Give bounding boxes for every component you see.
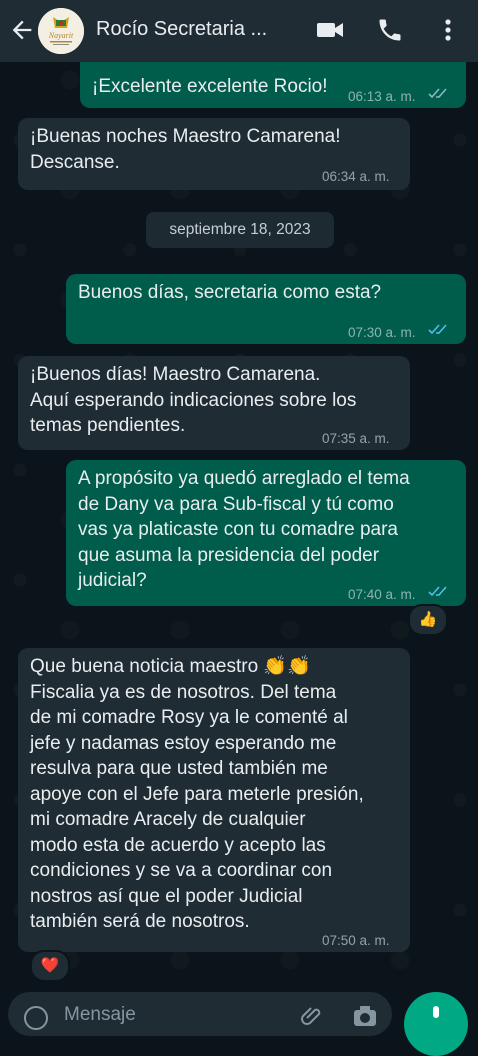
message-incoming[interactable]: Que buena noticia maestro 👏👏 Fiscalia ya… xyxy=(18,648,410,952)
message-time: 07:50 a. m. xyxy=(322,933,390,948)
video-call-icon[interactable] xyxy=(314,16,346,44)
message-text: Que buena noticia maestro 👏👏 Fiscalia ya… xyxy=(30,656,364,932)
read-ticks-icon xyxy=(428,586,447,597)
more-options-icon[interactable] xyxy=(434,16,462,44)
message-incoming[interactable]: ¡Buenos días! Maestro Camarena. Aquí esp… xyxy=(18,356,410,450)
message-text: ¡Buenas noches Maestro Camarena! Descans… xyxy=(30,126,341,173)
read-ticks-icon xyxy=(428,324,447,335)
back-arrow-icon[interactable] xyxy=(8,16,36,44)
mic-button[interactable] xyxy=(404,992,468,1056)
message-text: A propósito ya quedó arreglado el tema d… xyxy=(78,468,410,591)
message-time: 06:34 a. m. xyxy=(322,169,390,184)
contact-avatar[interactable]: Nayarit xyxy=(38,8,84,54)
message-outgoing[interactable]: A propósito ya quedó arreglado el tema d… xyxy=(66,460,466,606)
phone-icon[interactable] xyxy=(374,16,406,44)
reaction-thumbs-up[interactable]: 👍 xyxy=(408,604,448,636)
date-separator: septiembre 18, 2023 xyxy=(146,212,334,248)
message-input-bar[interactable]: Mensaje xyxy=(8,992,392,1036)
read-ticks-icon xyxy=(428,88,447,99)
message-text: ¡Excelente excelente Rocio! xyxy=(92,76,328,97)
message-outgoing[interactable]: ¡Excelente excelente Rocio! 06:13 a. m. xyxy=(80,54,466,108)
mic-icon xyxy=(433,1006,439,1018)
message-text: Buenos días, secretaria como esta? xyxy=(78,282,382,303)
camera-icon[interactable] xyxy=(352,1004,378,1028)
message-time: 07:30 a. m. xyxy=(348,325,416,340)
message-outgoing[interactable]: Buenos días, secretaria como esta? 07:30… xyxy=(66,274,466,344)
message-time: 07:35 a. m. xyxy=(322,431,390,446)
message-incoming[interactable]: ¡Buenas noches Maestro Camarena! Descans… xyxy=(18,118,410,190)
message-text: ¡Buenos días! Maestro Camarena. Aquí esp… xyxy=(30,364,357,436)
nayarit-logo: Nayarit xyxy=(38,8,84,54)
contact-name[interactable]: Rocío Secretaria ... xyxy=(96,18,296,41)
attach-icon[interactable] xyxy=(300,1004,324,1028)
message-time: 07:40 a. m. xyxy=(348,587,416,602)
emoji-icon[interactable] xyxy=(24,1006,48,1030)
message-time: 06:13 a. m. xyxy=(348,89,416,104)
reaction-heart[interactable]: ❤️ xyxy=(30,950,70,982)
avatar-logo-text: Nayarit xyxy=(48,31,74,40)
chat-header: Nayarit Rocío Secretaria ... xyxy=(0,0,478,62)
